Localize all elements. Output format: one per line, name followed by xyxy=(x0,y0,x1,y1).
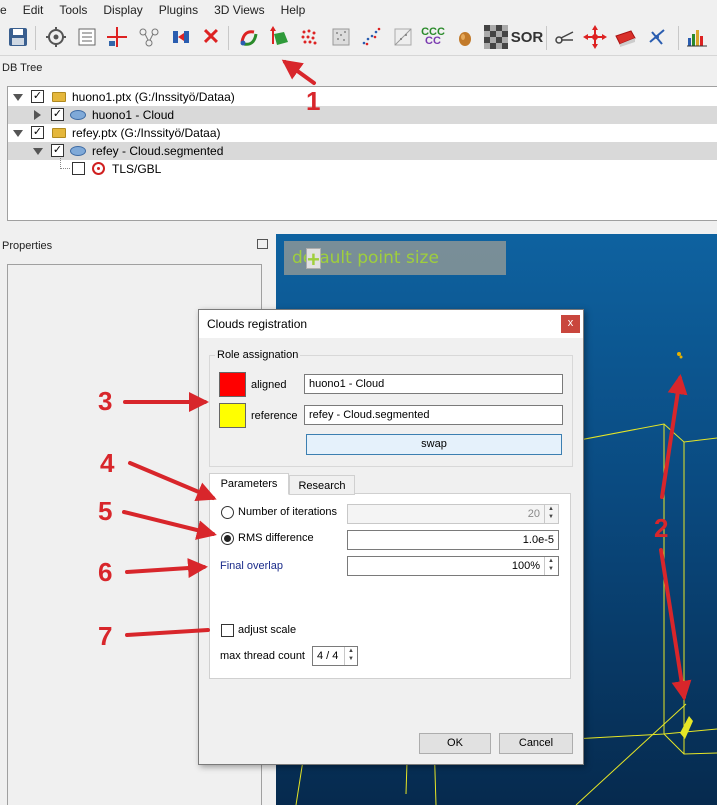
annotation-arrow-5 xyxy=(122,510,217,540)
annotation-arrow-1 xyxy=(281,59,316,85)
annotation-arrow-6 xyxy=(125,558,208,579)
annotation-number-7: 7 xyxy=(98,621,113,651)
annotation-arrow-2-down xyxy=(659,548,692,701)
annotation-number-4: 4 xyxy=(100,448,115,478)
annotation-arrow-4 xyxy=(128,461,217,501)
annotation-number-5: 5 xyxy=(98,496,113,526)
annotation-number-2: 2 xyxy=(654,513,669,543)
annotation-number-3: 3 xyxy=(98,386,113,416)
annotation-arrow-2-up xyxy=(660,374,688,499)
annotation-line-7 xyxy=(125,628,210,637)
annotation-number-1: 1 xyxy=(306,86,321,116)
annotation-number-6: 6 xyxy=(98,557,113,587)
